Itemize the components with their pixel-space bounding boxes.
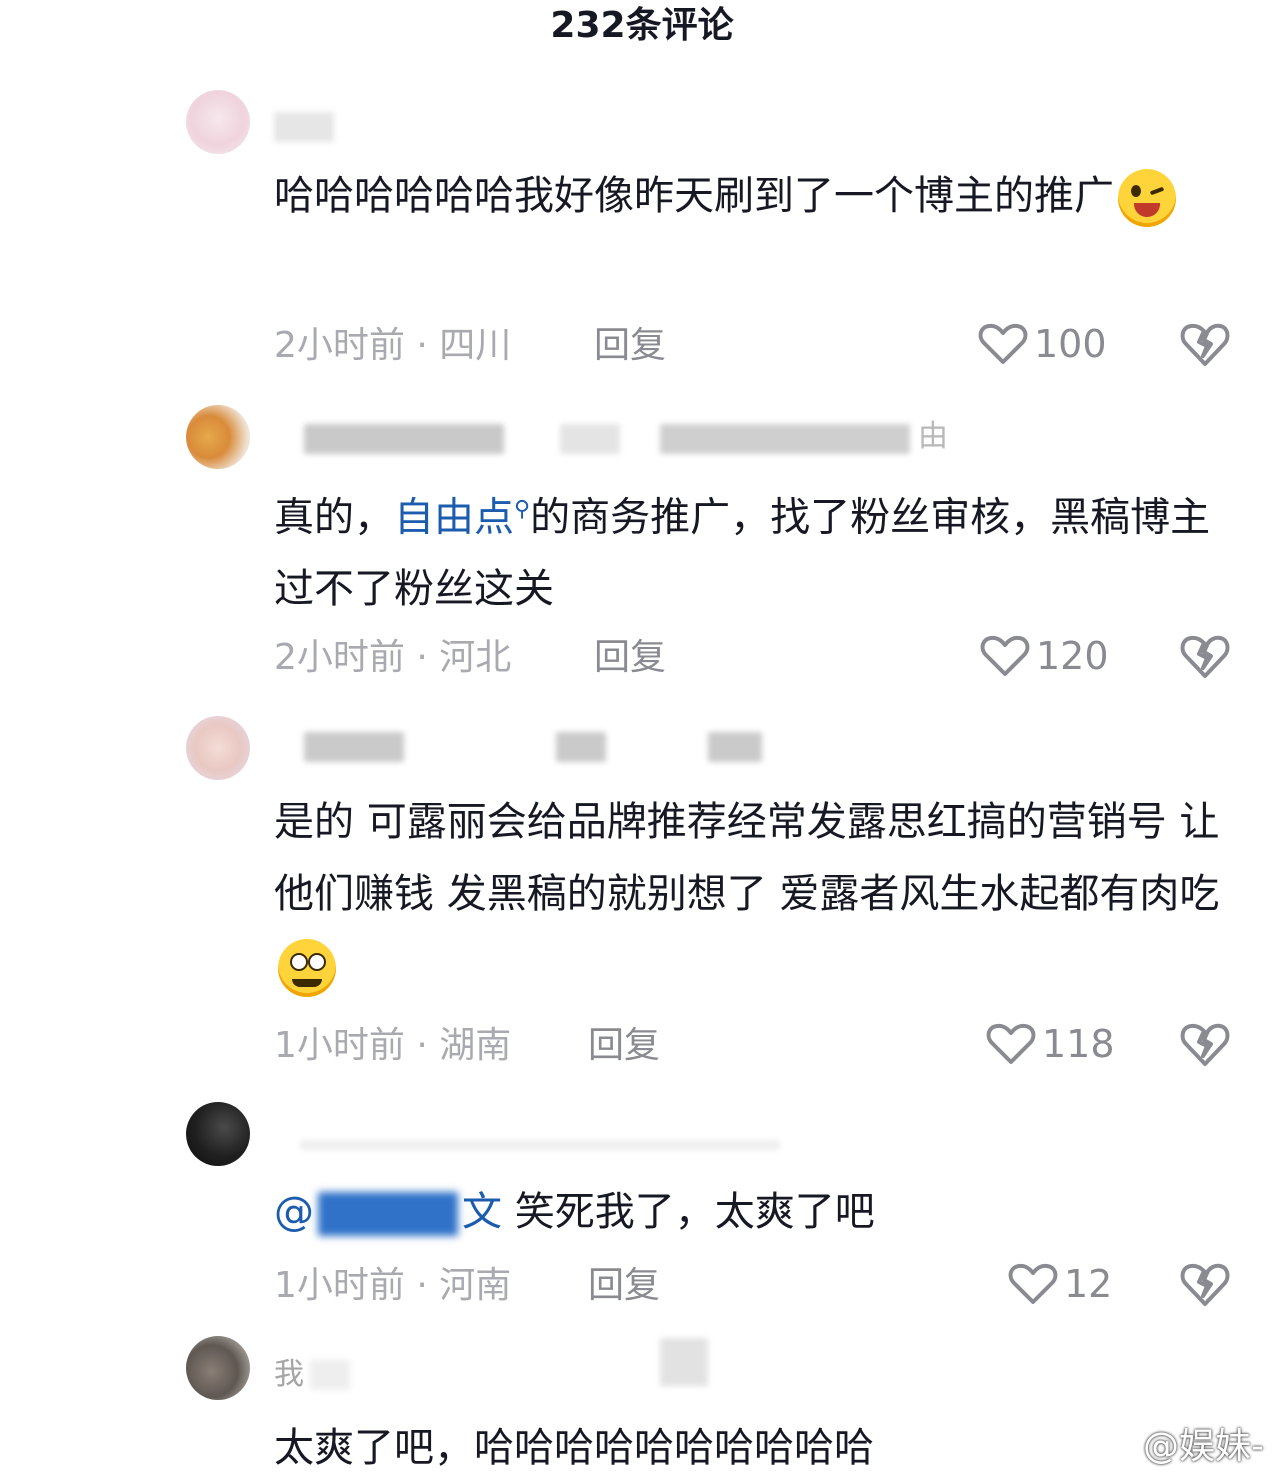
like-count: 120: [1036, 634, 1109, 678]
like-count: 118: [1042, 1022, 1115, 1066]
watermark-text: @娱妹-: [1143, 1426, 1264, 1467]
broken-heart-icon[interactable]: [1180, 322, 1230, 368]
mention-tail[interactable]: 文: [462, 1189, 502, 1235]
username-suffix[interactable]: 由: [918, 420, 948, 454]
heart-icon: [1008, 1263, 1058, 1304]
comment-text: 真的，自由点⚲的商务推广，找了粉丝审核，黑稿博主过不了粉丝这关: [274, 494, 1211, 613]
username-blurred[interactable]: [304, 732, 404, 762]
reply-button[interactable]: 回复: [588, 1024, 660, 1068]
like-button[interactable]: 118: [986, 1022, 1115, 1066]
username-blurred[interactable]: [556, 732, 606, 762]
username-blurred[interactable]: [310, 1360, 350, 1390]
mention-link[interactable]: 自由点: [394, 494, 514, 540]
watermark: @娱妹-: [1099, 1417, 1264, 1469]
like-button[interactable]: 100: [978, 322, 1107, 366]
heart-icon: [986, 1023, 1036, 1064]
like-button[interactable]: 12: [1008, 1262, 1112, 1306]
comment-text: 哈哈哈哈哈哈我好像昨天刷到了一个博主的推广: [274, 160, 1234, 232]
avatar[interactable]: [186, 1336, 250, 1400]
broken-heart-icon[interactable]: [1180, 1022, 1230, 1068]
reply-button[interactable]: 回复: [588, 1264, 660, 1308]
like-button[interactable]: 120: [980, 634, 1109, 678]
comment-text: 太爽了吧，哈哈哈哈哈哈哈哈哈哈: [274, 1425, 874, 1471]
grinning-emoji-icon: [278, 939, 336, 997]
username-blurred[interactable]: [708, 732, 762, 762]
reply-button[interactable]: 回复: [594, 636, 666, 680]
avatar[interactable]: [186, 405, 250, 469]
like-count: 12: [1064, 1262, 1113, 1306]
mention-at[interactable]: @: [274, 1189, 314, 1235]
comment-time-location: 1小时前 · 河南: [274, 1265, 512, 1306]
username-blurred[interactable]: [660, 424, 910, 454]
username-blurred[interactable]: [274, 112, 334, 142]
username-blurred[interactable]: [304, 424, 504, 454]
comment-text: @ 文 笑死我了，太爽了吧: [274, 1189, 875, 1236]
comment-time-location: 2小时前 · 河北: [274, 637, 512, 678]
comment-count-title: 232条评论: [550, 5, 734, 46]
avatar[interactable]: [186, 90, 250, 154]
username[interactable]: 我: [274, 1358, 304, 1392]
mention-blurred-username[interactable]: [318, 1192, 458, 1236]
comment-text: 是的 可露丽会给品牌推荐经常发露思红搞的营销号 让他们赚钱 发黑稿的就别想了 爱…: [274, 786, 1234, 1002]
search-icon[interactable]: ⚲: [514, 497, 530, 522]
heart-icon: [980, 635, 1030, 676]
username-blurred[interactable]: [660, 1338, 708, 1386]
avatar[interactable]: [186, 716, 250, 780]
comment-time-location: 2小时前 · 四川: [274, 325, 512, 366]
username-blurred[interactable]: [560, 424, 620, 454]
broken-heart-icon[interactable]: [1180, 634, 1230, 680]
reply-button[interactable]: 回复: [594, 324, 666, 368]
heart-icon: [978, 323, 1028, 364]
weibo-icon: [1100, 1430, 1137, 1459]
comment-time-location: 1小时前 · 湖南: [274, 1025, 512, 1066]
comments-header: 232条评论: [0, 0, 1284, 56]
wink-emoji-icon: [1118, 169, 1176, 227]
like-count: 100: [1034, 322, 1107, 366]
broken-heart-icon[interactable]: [1180, 1262, 1230, 1308]
username-blurred[interactable]: [300, 1140, 780, 1150]
avatar[interactable]: [186, 1102, 250, 1166]
